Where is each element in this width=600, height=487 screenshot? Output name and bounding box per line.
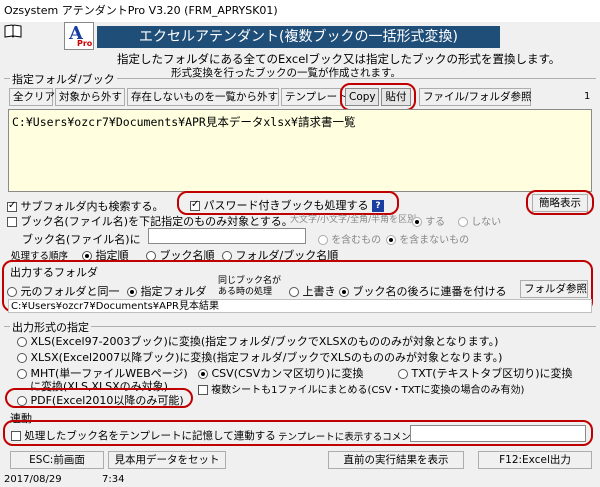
case-yes-radio[interactable] — [412, 217, 422, 227]
output-same-label: 元のフォルダと同一 — [20, 285, 120, 298]
output-same-option[interactable]: 元のフォルダと同一 — [7, 283, 120, 299]
app-logo: A Pro — [64, 22, 94, 50]
format-pdf-label: PDF(Excel2010以降のみ可能) — [30, 394, 184, 407]
status-date: 2017/08/29 — [4, 474, 62, 485]
password-option[interactable]: パスワード付きブックも処理する ? — [190, 197, 384, 213]
header-banner: エクセルアテンダント(複数ブックの一括形式変換) — [97, 26, 500, 48]
folder-section-title: 指定フォルダ/ブック — [10, 71, 117, 87]
format-xls-radio[interactable] — [17, 337, 27, 347]
dup-label-1: 同じブック名が — [218, 276, 282, 286]
subfolder-checkbox[interactable] — [7, 200, 17, 212]
overwrite-option[interactable]: 上書き — [289, 283, 336, 299]
output-folder-title: 出力するフォルダ — [10, 266, 98, 279]
esc-button[interactable]: ESC:前画面 — [10, 451, 104, 469]
window-title: Ozsystem アテンダントPro V3.20 (FRM_APRYSK01) — [0, 0, 600, 22]
format-txt-radio[interactable] — [398, 369, 408, 379]
folder-path-list[interactable]: C:¥Users¥ozcr7¥Documents¥APR見本データxlsx¥請求… — [8, 109, 592, 192]
status-time: 7:34 — [102, 474, 125, 485]
name-filter-option[interactable]: ブック名(ファイル名)を下記指定のものみ対象とする。 — [7, 213, 293, 229]
remove-target-button[interactable]: 対象から外す — [55, 88, 125, 106]
remember-option[interactable]: 処理したブック名をテンプレートに記憶して連動する — [11, 428, 276, 443]
format-csv-option[interactable]: CSV(CSVカンマ区切り)に変換 — [198, 365, 363, 381]
multi-sheet-checkbox[interactable] — [198, 385, 208, 395]
comment-label: テンプレートに表示するコメント — [278, 432, 421, 443]
overwrite-radio[interactable] — [289, 287, 299, 297]
comment-input[interactable] — [410, 425, 586, 442]
name-filter-label: ブック名(ファイル名)を下記指定のものみ対象とする。 — [20, 215, 293, 228]
case-no-option[interactable]: しない — [458, 213, 501, 228]
contain-no-option[interactable]: を含まないもの — [386, 231, 469, 246]
folder-browse-button[interactable]: フォルダ参照 — [520, 280, 588, 298]
output-specified-label: 指定フォルダ — [140, 285, 207, 298]
paste-button[interactable]: 貼付 — [381, 88, 411, 106]
contain-no-radio[interactable] — [386, 235, 396, 245]
clear-all-button[interactable]: 全クリア — [9, 88, 55, 106]
last-result-button[interactable]: 直前の実行結果を表示 — [328, 451, 464, 469]
file-folder-browse-button[interactable]: ファイル/フォルダ参照 — [419, 88, 532, 106]
subfolder-label: サブフォルダ内も検索する。 — [20, 200, 164, 213]
output-specified-radio[interactable] — [127, 287, 137, 297]
remember-checkbox[interactable] — [11, 431, 21, 441]
f12-excel-button[interactable]: F12:Excel出力 — [478, 451, 592, 469]
subfolder-option[interactable]: サブフォルダ内も検索する。 — [7, 198, 164, 214]
format-txt-option[interactable]: TXT(テキストタブ区切り)に変換 — [398, 365, 573, 381]
format-pdf-radio[interactable] — [17, 396, 27, 406]
copy-button[interactable]: Copy — [345, 88, 379, 106]
format-xls-label: XLS(Excel97-2003ブック)に変換(指定フォルダ/ブックでXLSXの… — [30, 335, 499, 348]
help-icon[interactable]: ? — [372, 200, 384, 212]
password-label: パスワード付きブックも処理する — [203, 199, 369, 212]
contain-yes-option[interactable]: を含むもの — [318, 231, 381, 246]
contain-no-label: を含まないもの — [399, 235, 470, 246]
serial-radio[interactable] — [339, 287, 349, 297]
output-path-field[interactable]: C:¥Users¥ozcr7¥Documents¥APR見本結果 — [8, 299, 592, 313]
serial-option[interactable]: ブック名の後ろに連番を付ける — [339, 283, 507, 299]
format-xlsx-label: XLSX(Excel2007以降ブック)に変換(指定フォルダ/ブックでXLSのも… — [30, 351, 503, 364]
output-specified-option[interactable]: 指定フォルダ — [127, 283, 207, 299]
case-no-radio[interactable] — [458, 217, 468, 227]
logo-sub: Pro — [77, 39, 93, 48]
dup-label-2: ある時の処理 — [218, 287, 273, 297]
case-yes-option[interactable]: する — [412, 213, 445, 228]
format-group-line — [4, 326, 596, 327]
format-xlsx-option[interactable]: XLSX(Excel2007以降ブック)に変換(指定フォルダ/ブックでXLSのも… — [17, 349, 502, 365]
name-filter-checkbox[interactable] — [7, 217, 17, 227]
format-mht-radio[interactable] — [17, 369, 27, 379]
format-xlsx-radio[interactable] — [17, 353, 27, 363]
case-label: 大文字/小文字/全角/半角を区別 — [290, 215, 417, 225]
contain-yes-label: を含むもの — [331, 235, 382, 246]
remember-label: 処理したブック名をテンプレートに記憶して連動する — [24, 430, 276, 442]
case-yes-label: する — [425, 217, 446, 228]
password-checkbox[interactable] — [190, 199, 200, 211]
format-pdf-option[interactable]: PDF(Excel2010以降のみ可能) — [17, 392, 184, 408]
format-xls-option[interactable]: XLS(Excel97-2003ブック)に変換(指定フォルダ/ブックでXLSXの… — [17, 333, 498, 349]
book-name-label: ブック名(ファイル名)に — [22, 233, 141, 246]
serial-label: ブック名の後ろに連番を付ける — [352, 285, 507, 298]
multi-sheet-option[interactable]: 複数シートも1ファイルにまとめる(CSV・TXTに変換の場合のみ有効) — [198, 381, 524, 396]
contain-yes-radio[interactable] — [318, 235, 328, 245]
book-name-input[interactable] — [148, 228, 306, 244]
simple-view-button[interactable]: 簡略表示 — [532, 194, 588, 212]
remove-nonexistent-button[interactable]: 存在しないものを一覧から外す — [127, 88, 279, 106]
template-button[interactable]: テンプレート — [281, 88, 348, 106]
case-no-label: しない — [471, 217, 502, 228]
output-same-radio[interactable] — [7, 287, 17, 297]
book-icon[interactable] — [4, 24, 22, 38]
format-csv-radio[interactable] — [198, 369, 208, 379]
format-csv-label: CSV(CSVカンマ区切り)に変換 — [211, 367, 364, 380]
item-count: 1 — [584, 91, 591, 102]
folder-path-item[interactable]: C:¥Users¥ozcr7¥Documents¥APR見本データxlsx¥請求… — [12, 114, 588, 130]
overwrite-label: 上書き — [302, 285, 336, 298]
multi-sheet-label: 複数シートも1ファイルにまとめる(CSV・TXTに変換の場合のみ有効) — [211, 385, 525, 396]
format-txt-label: TXT(テキストタブ区切り)に変換 — [411, 367, 573, 380]
set-sample-button[interactable]: 見本用データをセット — [108, 451, 226, 469]
